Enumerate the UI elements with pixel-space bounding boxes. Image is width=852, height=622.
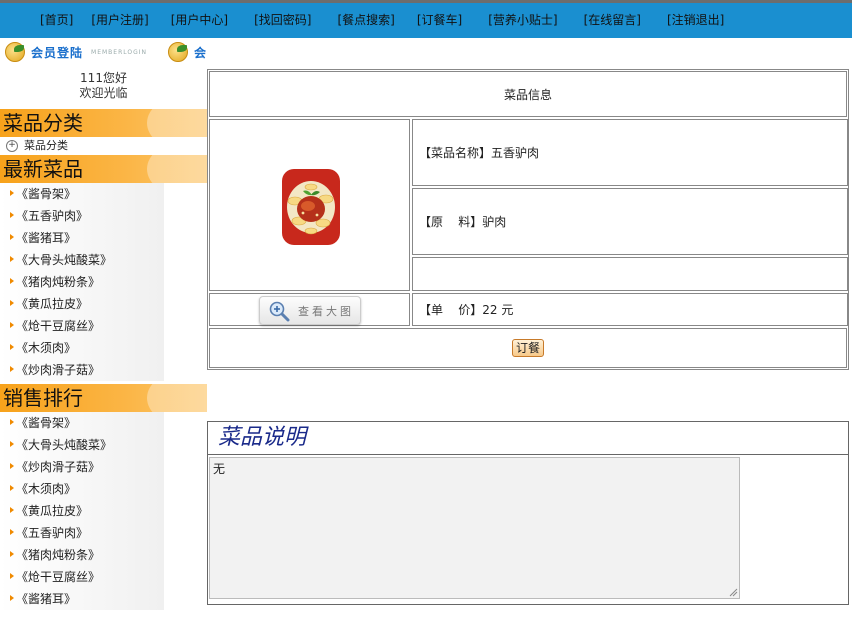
dish-price-value: 22 元 [482, 303, 514, 317]
dish-link[interactable]: 《酱骨架》 [16, 187, 76, 201]
login-ball-icon [5, 42, 25, 62]
nav-item-1[interactable]: [用户注册] [91, 11, 148, 29]
nav-item-7[interactable]: [在线留言] [584, 11, 641, 29]
dish-image-cell [209, 119, 410, 291]
top-nav-bar: [首页] [用户注册] [用户中心] [找回密码] [餐点搜索] [订餐车] [营养小贴士]… [0, 0, 852, 38]
dish-link[interactable]: 《炝干豆腐丝》 [16, 570, 100, 584]
dish-link[interactable]: 《黄瓜拉皮》 [16, 297, 88, 311]
member-login-logo-repeat: 会 [168, 42, 207, 62]
latest-items-item[interactable]: 《猪肉炖粉条》 [0, 271, 164, 293]
dish-info-header: 菜品信息 [503, 87, 552, 102]
dish-name-cell: 【菜品名称】 五香驴肉 [412, 119, 848, 186]
latest-items-item[interactable]: 《酱猪耳》 [0, 227, 164, 249]
main-nav: [首页] [用户注册] [用户中心] [找回密码] [餐点搜索] [订餐车] [营养小贴士]… [40, 11, 724, 29]
latest-items-item[interactable]: 《炒肉滑子菇》 [0, 359, 164, 381]
login-ball-icon [168, 42, 188, 62]
latest-title: 最新菜品 [3, 157, 83, 181]
dish-name-value: 五香驴肉 [491, 146, 540, 160]
dish-link[interactable]: 《五香驴肉》 [16, 209, 88, 223]
view-large-image-label[interactable]: 查看大图 [298, 303, 354, 319]
dish-link[interactable]: 《猪肉炖粉条》 [16, 548, 100, 562]
order-button[interactable]: 订餐 [511, 339, 544, 357]
dish-link[interactable]: 《木须肉》 [16, 341, 76, 355]
sales-ranking-list: 《酱骨架》《大骨头炖酸菜》 《炒肉滑子菇》 《木须肉》《黄瓜拉皮》 《五香驴肉》 《猪肉… [0, 412, 207, 610]
categories-title: 菜品分类 [3, 111, 83, 135]
sales-items-item[interactable]: 《木须肉》 [0, 478, 164, 500]
dish-link[interactable]: 《炒肉滑子菇》 [16, 363, 100, 377]
sales-items-item[interactable]: 《五香驴肉》 [0, 522, 164, 544]
sales-items-item[interactable]: 《黄瓜拉皮》 [0, 500, 164, 522]
member-login-title-partial: 会 [194, 45, 208, 60]
welcome-user: 111您好 [80, 71, 127, 85]
dish-description-panel: 菜品说明 无 [207, 421, 849, 605]
latest-items-item[interactable]: 《黄瓜拉皮》 [0, 293, 164, 315]
dish-photo [281, 165, 341, 245]
dish-empty-cell [412, 257, 848, 291]
dish-link[interactable]: 《猪肉炖粉条》 [16, 275, 100, 289]
sales-items-item[interactable]: 《猪肉炖粉条》 [0, 544, 164, 566]
nav-item-6[interactable]: [营养小贴士] [488, 11, 557, 29]
sidebar: 111您好 欢迎光临 菜品分类 + 菜品分类 最新菜品 《酱骨架》 《五香驴肉》《… [0, 66, 207, 610]
member-login-logo: 会员登陆 MEMBERLOGIN [5, 42, 147, 62]
dish-link[interactable]: 《大骨头炖酸菜》 [16, 253, 112, 267]
view-image-cell: 查看大图 [209, 293, 410, 326]
sales-items-item[interactable]: 《炒肉滑子菇》 [0, 456, 164, 478]
member-login-bar: 会员登陆 MEMBERLOGIN 会 [0, 38, 852, 66]
sales-items-item[interactable]: 《酱骨架》 [0, 412, 164, 434]
sales-items-item[interactable]: 《酱猪耳》 [0, 588, 164, 610]
sales-items-item[interactable]: 《大骨头炖酸菜》 [0, 434, 164, 456]
dish-link[interactable]: 《酱猪耳》 [16, 231, 76, 245]
nav-item-4[interactable]: [餐点搜索] [338, 11, 395, 29]
dish-price-label: 【单 价】 [419, 303, 483, 317]
nav-item-8[interactable]: [注销退出] [667, 11, 724, 29]
latest-items-item[interactable]: 《炝干豆腐丝》 [0, 315, 164, 337]
dish-info-header-cell: 菜品信息 [209, 71, 847, 117]
nav-item-0[interactable]: [首页] [40, 11, 73, 29]
welcome-text: 欢迎光临 [79, 86, 128, 100]
dish-link[interactable]: 《大骨头炖酸菜》 [16, 438, 112, 452]
expand-plus-icon[interactable]: + [6, 140, 18, 152]
description-textarea[interactable]: 无 [209, 457, 740, 599]
category-tree-item[interactable]: + 菜品分类 [0, 137, 207, 155]
latest-items-item[interactable]: 《大骨头炖酸菜》 [0, 249, 164, 271]
sales-items-item[interactable]: 《炝干豆腐丝》 [0, 566, 164, 588]
dish-link[interactable]: 《酱骨架》 [16, 416, 76, 430]
order-cell: 订餐 [209, 328, 847, 368]
member-login-title: 会员登陆 [31, 45, 84, 60]
dish-link[interactable]: 《酱猪耳》 [16, 592, 76, 606]
categories-header: 菜品分类 [0, 109, 207, 137]
dish-link[interactable]: 《炝干豆腐丝》 [16, 319, 100, 333]
description-content[interactable]: 无 [213, 462, 225, 476]
dish-link[interactable]: 《木须肉》 [16, 482, 76, 496]
sales-title: 销售排行 [3, 386, 83, 410]
latest-items-item[interactable]: 《酱骨架》 [0, 183, 164, 205]
dish-ingredient-label: 【原 料】 [419, 215, 483, 229]
nav-item-2[interactable]: [用户中心] [171, 11, 228, 29]
dish-ingredient-value: 驴肉 [482, 215, 507, 229]
resize-handle-icon[interactable] [729, 588, 738, 597]
top-strip [0, 0, 852, 3]
nav-item-5[interactable]: [订餐车] [417, 11, 462, 29]
dish-ingredient-cell: 【原 料】 驴肉 [412, 188, 848, 255]
dish-info-table: 菜品信息 【菜品名称】 五香驴肉 【原 料】 驴肉 查看大图 【单 价】 22 … [207, 69, 849, 370]
latest-header: 最新菜品 [0, 155, 207, 183]
latest-items-item[interactable]: 《木须肉》 [0, 337, 164, 359]
dish-link[interactable]: 《五香驴肉》 [16, 526, 88, 540]
nav-item-3[interactable]: [找回密码] [254, 11, 311, 29]
welcome-box: 111您好 欢迎光临 [0, 66, 207, 109]
latest-items-item[interactable]: 《五香驴肉》 [0, 205, 164, 227]
dish-price-cell: 【单 价】 22 元 [412, 293, 848, 326]
zoom-in-icon[interactable] [268, 300, 290, 322]
latest-dishes-list: 《酱骨架》《五香驴肉》 《酱猪耳》《大骨头炖酸菜》 《猪肉炖粉条》 《黄瓜拉皮》 《炝干… [0, 183, 207, 381]
dish-link[interactable]: 《炒肉滑子菇》 [16, 460, 100, 474]
sales-header: 销售排行 [0, 384, 207, 412]
description-title-bar: 菜品说明 [208, 422, 848, 455]
view-large-image-button[interactable]: 查看大图 [259, 296, 361, 325]
member-login-subtitle: MEMBERLOGIN [91, 48, 147, 56]
category-label[interactable]: 菜品分类 [24, 137, 68, 155]
description-title: 菜品说明 [218, 425, 307, 450]
dish-name-label: 【菜品名称】 [419, 146, 492, 160]
dish-link[interactable]: 《黄瓜拉皮》 [16, 504, 88, 518]
